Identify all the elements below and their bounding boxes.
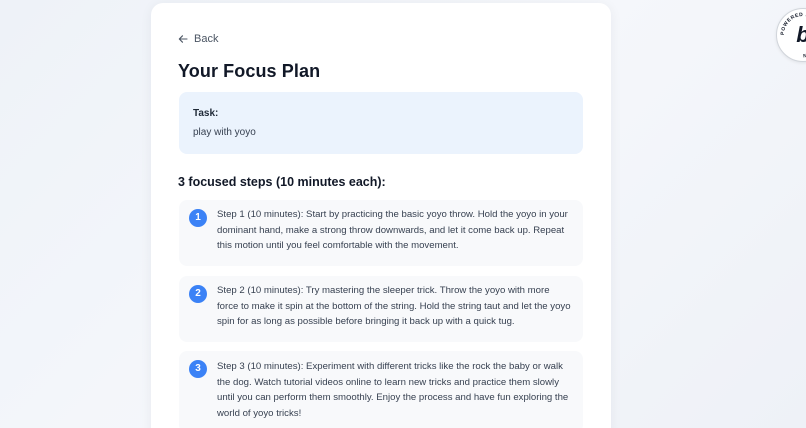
step-number-badge: 1 bbox=[189, 209, 207, 227]
badge-letter: b bbox=[796, 22, 806, 47]
task-box: Task: play with yoyo bbox=[179, 92, 583, 154]
focus-plan-card: Back Your Focus Plan Task: play with yoy… bbox=[151, 3, 611, 428]
step-card-1: 1 Step 1 (10 minutes): Start by practici… bbox=[179, 200, 583, 266]
page-title: Your Focus Plan bbox=[178, 61, 321, 81]
task-text: play with yoyo bbox=[193, 127, 256, 138]
bolt-badge[interactable]: POWERED BY BOLT · MADE IN b bbox=[776, 8, 806, 62]
arrow-left-icon bbox=[178, 34, 188, 44]
step-card-3: 3 Step 3 (10 minutes): Experiment with d… bbox=[179, 351, 583, 428]
step-card-2: 2 Step 2 (10 minutes): Try mastering the… bbox=[179, 276, 583, 342]
bolt-logo-icon: POWERED BY BOLT · MADE IN b bbox=[780, 12, 806, 58]
steps-heading: 3 focused steps (10 minutes each): bbox=[178, 175, 386, 189]
step-text: Step 1 (10 minutes): Start by practicing… bbox=[217, 209, 568, 252]
back-label: Back bbox=[194, 33, 219, 45]
back-link[interactable]: Back bbox=[178, 33, 218, 45]
step-number-badge: 3 bbox=[189, 360, 207, 378]
task-label: Task: bbox=[193, 108, 219, 119]
step-number-badge: 2 bbox=[189, 285, 207, 303]
step-text: Step 3 (10 minutes): Experiment with dif… bbox=[217, 361, 569, 419]
step-text: Step 2 (10 minutes): Try mastering the s… bbox=[217, 285, 571, 328]
